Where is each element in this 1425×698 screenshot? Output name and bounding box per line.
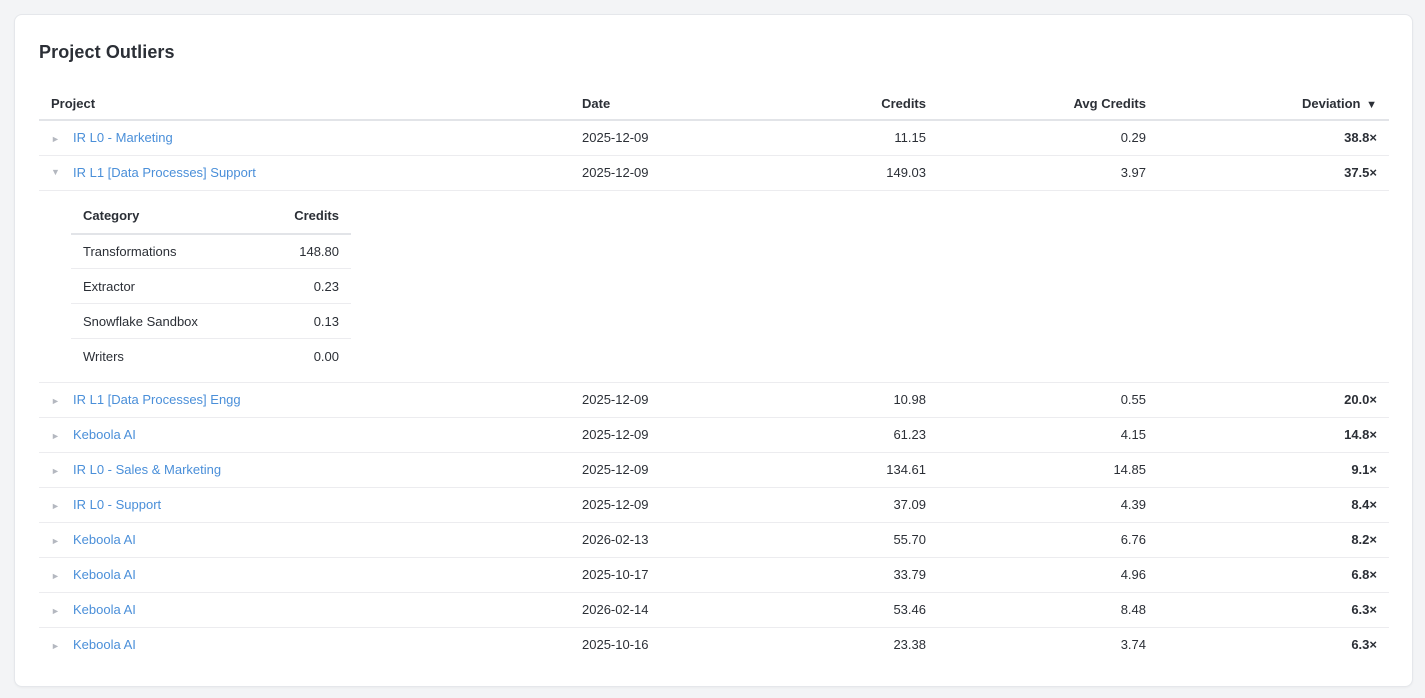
deviation-cell: 9.1× bbox=[1158, 452, 1389, 488]
column-header-category: Category bbox=[71, 198, 259, 235]
table-row[interactable]: ► Keboola AI 2025-10-17 33.79 4.96 6.8× bbox=[39, 557, 1389, 593]
avg-credits-cell: 4.39 bbox=[938, 487, 1158, 523]
category-breakdown-table: Category Credits Transformations 148.80 … bbox=[71, 198, 351, 374]
project-link[interactable]: IR L1 [Data Processes] Engg bbox=[73, 392, 241, 407]
outliers-table: Project Date Credits Avg Credits Deviati… bbox=[39, 87, 1389, 662]
deviation-cell: 14.8× bbox=[1158, 417, 1389, 453]
avg-credits-cell: 14.85 bbox=[938, 452, 1158, 488]
credits-cell: 149.03 bbox=[790, 155, 938, 191]
category-name: Snowflake Sandbox bbox=[71, 303, 259, 339]
expand-icon[interactable]: ► bbox=[51, 571, 73, 581]
category-row: Writers 0.00 bbox=[71, 339, 351, 374]
expand-icon[interactable]: ► bbox=[51, 536, 73, 546]
column-header-avg-credits[interactable]: Avg Credits bbox=[938, 87, 1158, 121]
column-header-category-credits: Credits bbox=[258, 198, 351, 235]
expand-icon[interactable]: ► bbox=[51, 431, 73, 441]
avg-credits-cell: 4.15 bbox=[938, 417, 1158, 453]
column-header-project[interactable]: Project bbox=[39, 87, 570, 121]
project-link[interactable]: IR L0 - Marketing bbox=[73, 130, 173, 145]
category-row: Transformations 148.80 bbox=[71, 233, 351, 269]
project-link[interactable]: Keboola AI bbox=[73, 602, 136, 617]
category-name: Transformations bbox=[71, 233, 259, 269]
column-header-date[interactable]: Date bbox=[570, 87, 790, 121]
deviation-header-label: Deviation bbox=[1301, 95, 1361, 111]
date-cell: 2025-10-16 bbox=[582, 637, 649, 653]
credits-cell: 53.46 bbox=[790, 592, 938, 628]
project-link[interactable]: IR L1 [Data Processes] Support bbox=[73, 165, 256, 180]
avg-credits-cell: 0.29 bbox=[938, 120, 1158, 156]
collapse-icon[interactable]: ▼ bbox=[51, 167, 73, 177]
category-credits: 0.00 bbox=[313, 348, 339, 364]
sub-table-header-row: Category Credits bbox=[71, 198, 351, 235]
table-row[interactable]: ► Keboola AI 2025-10-16 23.38 3.74 6.3× bbox=[39, 627, 1389, 662]
expand-icon[interactable]: ► bbox=[51, 396, 73, 406]
project-outliers-card: Project Outliers Project Date Credits Av… bbox=[14, 14, 1413, 687]
category-credits: 0.23 bbox=[258, 268, 351, 304]
detail-cell: Category Credits Transformations 148.80 … bbox=[39, 190, 1389, 383]
credits-cell: 10.98 bbox=[790, 382, 938, 418]
table-row[interactable]: ► IR L0 - Sales & Marketing 2025-12-09 13… bbox=[39, 452, 1389, 488]
project-link[interactable]: Keboola AI bbox=[73, 567, 136, 582]
project-link[interactable]: Keboola AI bbox=[73, 427, 136, 442]
avg-credits-cell: 6.76 bbox=[938, 522, 1158, 558]
project-link[interactable]: IR L0 - Sales & Marketing bbox=[73, 462, 221, 477]
table-row[interactable]: ► Keboola AI 2025-12-09 61.23 4.15 14.8× bbox=[39, 417, 1389, 453]
expand-icon[interactable]: ► bbox=[51, 134, 73, 144]
project-link[interactable]: Keboola AI bbox=[73, 532, 136, 547]
date-cell: 2026-02-14 bbox=[570, 592, 790, 628]
date-cell: 2025-12-09 bbox=[570, 382, 790, 418]
deviation-cell: 6.3× bbox=[1158, 592, 1389, 628]
credits-cell: 55.70 bbox=[790, 522, 938, 558]
detail-row: Category Credits Transformations 148.80 … bbox=[39, 190, 1389, 383]
avg-credits-cell: 8.48 bbox=[938, 592, 1158, 628]
table-row[interactable]: ► IR L1 [Data Processes] Engg 2025-12-09 … bbox=[39, 382, 1389, 418]
date-cell: 2025-12-09 bbox=[570, 155, 790, 191]
category-row: Snowflake Sandbox 0.13 bbox=[71, 303, 351, 339]
column-header-credits[interactable]: Credits bbox=[790, 87, 938, 121]
column-header-deviation[interactable]: Deviation ▼ bbox=[1158, 87, 1389, 121]
project-link[interactable]: IR L0 - Support bbox=[73, 497, 161, 512]
project-link[interactable]: Keboola AI bbox=[73, 637, 136, 652]
deviation-cell: 6.3× bbox=[1351, 637, 1377, 653]
credits-cell: 134.61 bbox=[790, 452, 938, 488]
credits-cell: 11.15 bbox=[790, 120, 938, 156]
table-row[interactable]: ► Keboola AI 2026-02-13 55.70 6.76 8.2× bbox=[39, 522, 1389, 558]
date-cell: 2025-12-09 bbox=[570, 120, 790, 156]
deviation-cell: 6.8× bbox=[1158, 557, 1389, 593]
date-cell: 2026-02-13 bbox=[570, 522, 790, 558]
expand-icon[interactable]: ► bbox=[51, 641, 73, 651]
category-credits: 148.80 bbox=[258, 233, 351, 269]
credits-cell: 23.38 bbox=[893, 637, 926, 653]
table-row[interactable]: ► IR L0 - Marketing 2025-12-09 11.15 0.29… bbox=[39, 120, 1389, 156]
deviation-cell: 37.5× bbox=[1158, 155, 1389, 191]
category-row: Extractor 0.23 bbox=[71, 268, 351, 304]
deviation-cell: 8.2× bbox=[1158, 522, 1389, 558]
table-row[interactable]: ▼ IR L1 [Data Processes] Support 2025-12-… bbox=[39, 155, 1389, 191]
expand-icon[interactable]: ► bbox=[51, 606, 73, 616]
credits-cell: 61.23 bbox=[790, 417, 938, 453]
date-cell: 2025-12-09 bbox=[570, 452, 790, 488]
credits-cell: 37.09 bbox=[790, 487, 938, 523]
deviation-cell: 8.4× bbox=[1158, 487, 1389, 523]
avg-credits-cell: 3.97 bbox=[938, 155, 1158, 191]
avg-credits-cell: 0.55 bbox=[938, 382, 1158, 418]
date-cell: 2025-10-17 bbox=[570, 557, 790, 593]
deviation-cell: 38.8× bbox=[1158, 120, 1389, 156]
table-row[interactable]: ► Keboola AI 2026-02-14 53.46 8.48 6.3× bbox=[39, 592, 1389, 628]
date-cell: 2025-12-09 bbox=[570, 487, 790, 523]
deviation-cell: 20.0× bbox=[1158, 382, 1389, 418]
table-row[interactable]: ► IR L0 - Support 2025-12-09 37.09 4.39 8… bbox=[39, 487, 1389, 523]
category-name: Extractor bbox=[71, 268, 259, 304]
avg-credits-cell: 3.74 bbox=[1120, 637, 1146, 653]
category-credits: 0.13 bbox=[258, 303, 351, 339]
sort-descending-icon: ▼ bbox=[1366, 98, 1377, 111]
card-title: Project Outliers bbox=[39, 42, 175, 62]
table-header-row: Project Date Credits Avg Credits Deviati… bbox=[39, 87, 1389, 121]
category-name: Writers bbox=[83, 348, 124, 364]
date-cell: 2025-12-09 bbox=[570, 417, 790, 453]
expand-icon[interactable]: ► bbox=[51, 466, 73, 476]
avg-credits-cell: 4.96 bbox=[938, 557, 1158, 593]
expand-icon[interactable]: ► bbox=[51, 501, 73, 511]
credits-cell: 33.79 bbox=[790, 557, 938, 593]
